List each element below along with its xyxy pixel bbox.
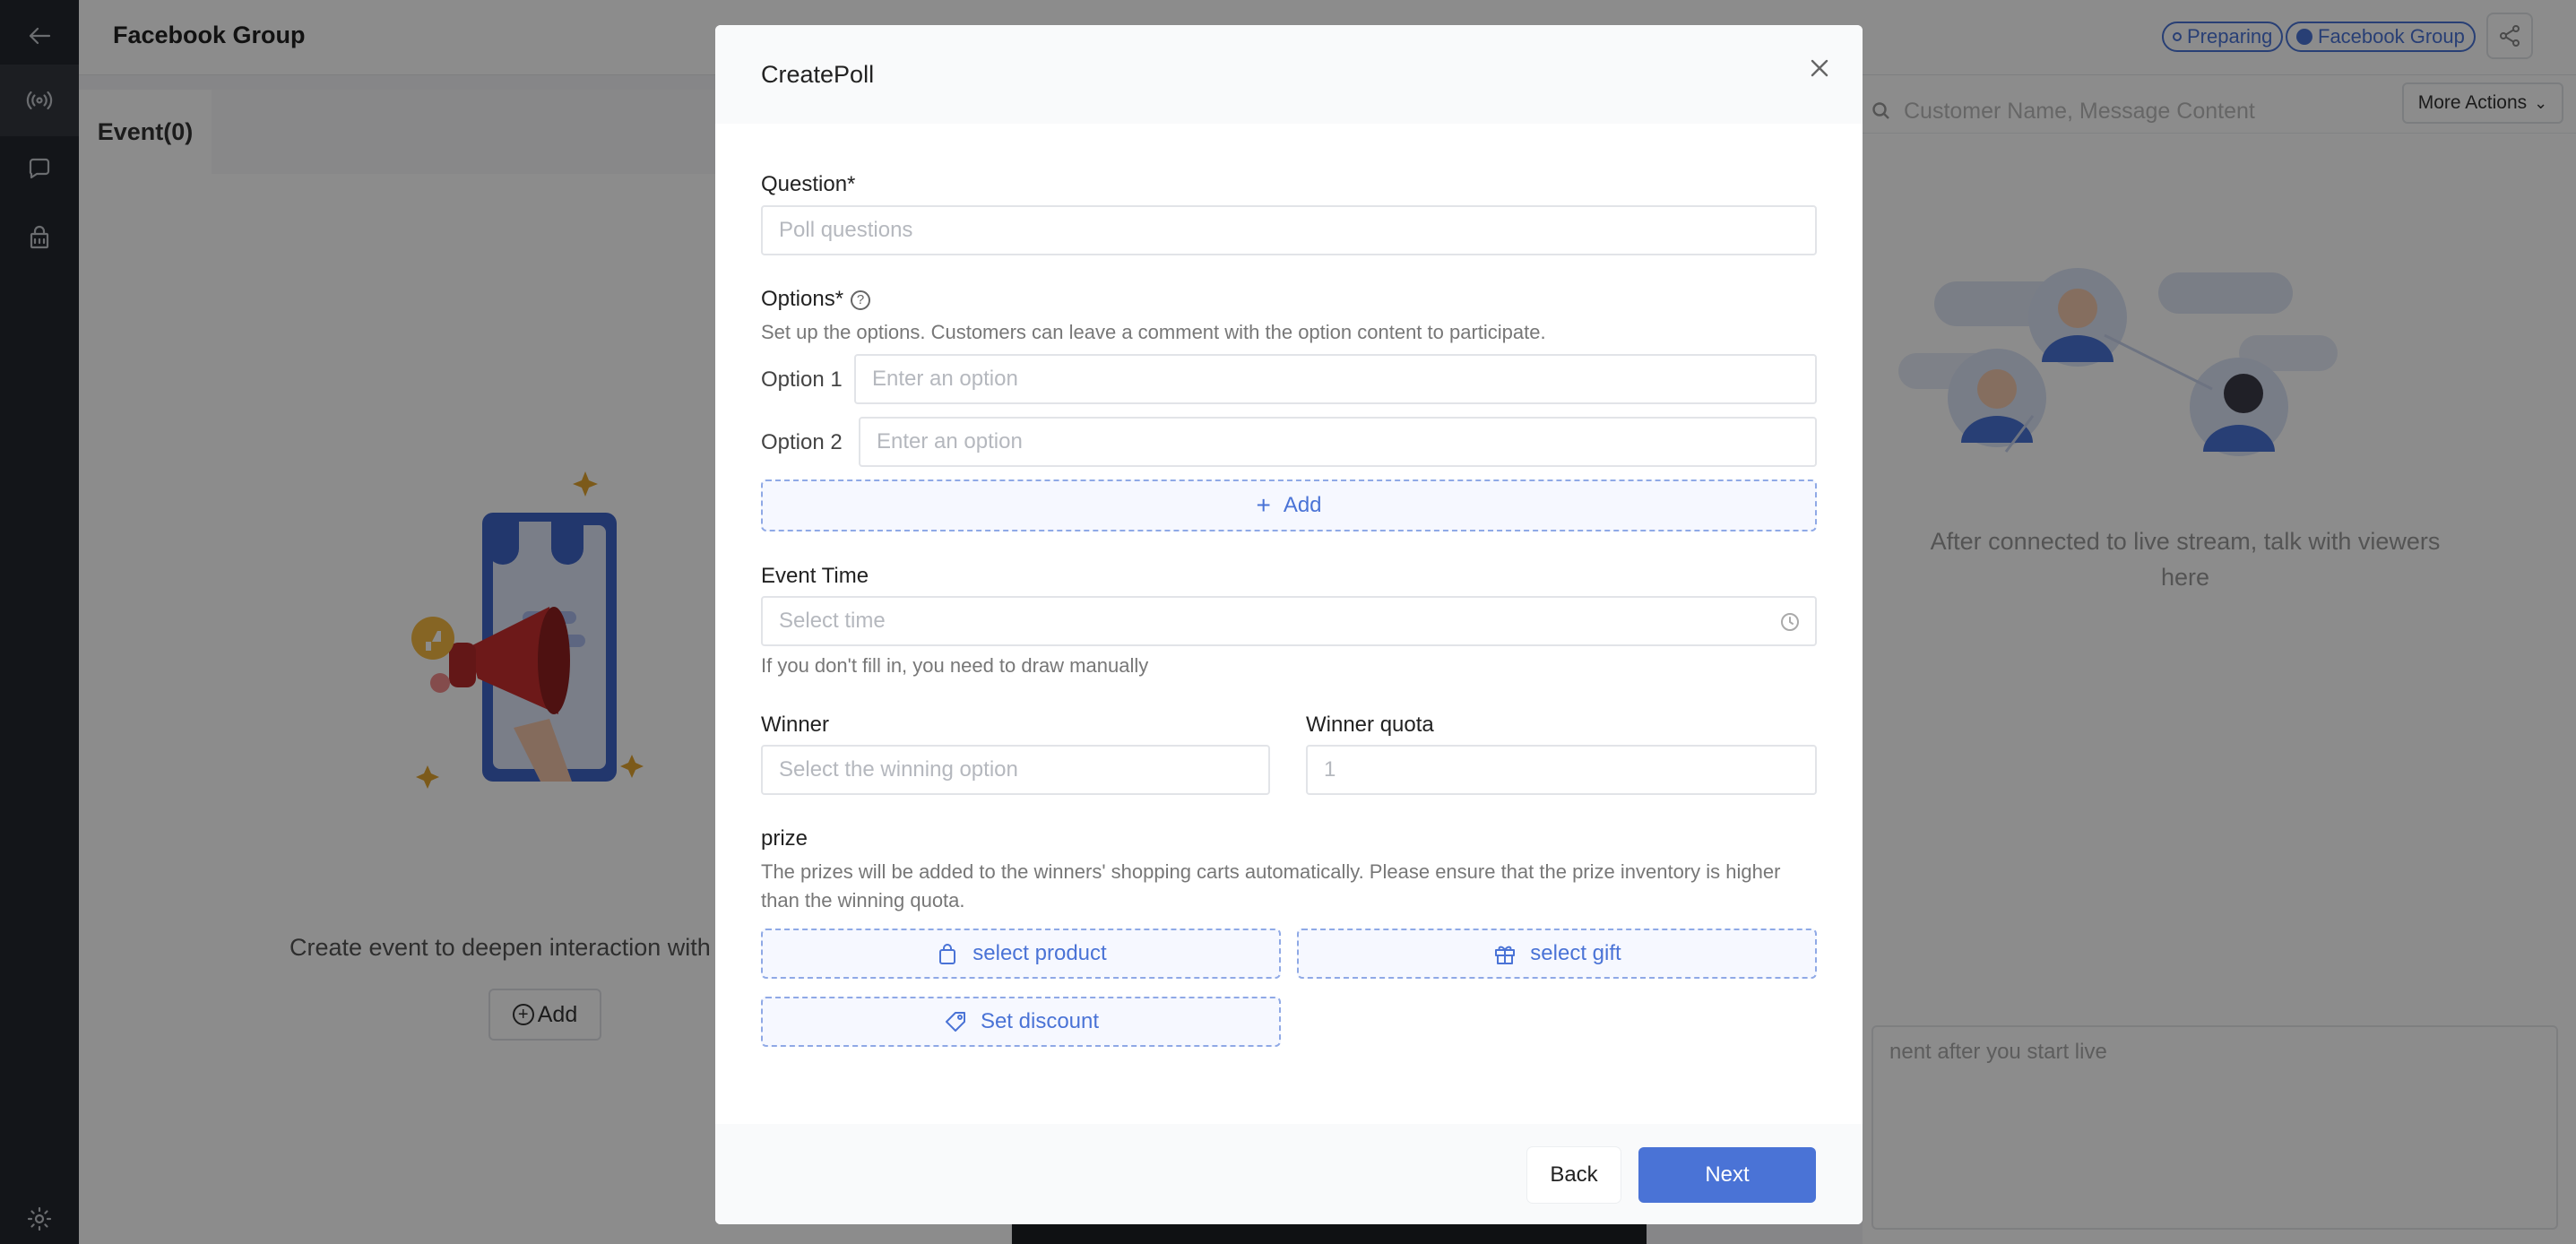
- prize-hint-line-2: than the winning quota.: [761, 889, 965, 911]
- select-gift-button[interactable]: select gift: [1297, 929, 1817, 979]
- gift-box-icon: [1495, 946, 1516, 964]
- options-label: Options*?: [761, 287, 871, 312]
- winner-label: Winner: [761, 713, 830, 737]
- create-poll-modal: CreatePoll Question* Poll questions Opti…: [715, 25, 1863, 1224]
- add-option-button[interactable]: + Add: [761, 479, 1817, 531]
- winner-quota-label: Winner quota: [1306, 713, 1434, 737]
- question-label: Question*: [761, 172, 856, 196]
- event-time-label: Event Time: [761, 564, 869, 588]
- prize-hint-line-1: The prizes will be added to the winners'…: [761, 860, 1781, 883]
- next-button[interactable]: Next: [1638, 1147, 1816, 1203]
- modal-header: CreatePoll: [715, 25, 1863, 124]
- close-icon: [1811, 59, 1828, 77]
- prize-label: prize: [761, 826, 808, 851]
- plus-icon: +: [1256, 491, 1271, 519]
- discount-tag-icon: [945, 1012, 965, 1032]
- option-2-input[interactable]: Enter an option: [859, 417, 1817, 467]
- winner-quota-input[interactable]: 1: [1306, 745, 1817, 795]
- modal-footer: Back Next: [715, 1124, 1863, 1224]
- close-button[interactable]: [1803, 52, 1836, 84]
- option-1-label: Option 1: [761, 367, 843, 392]
- options-hint: Set up the options. Customers can leave …: [761, 321, 1546, 343]
- modal-title: CreatePoll: [761, 61, 875, 88]
- select-gift-label: select gift: [1530, 941, 1621, 965]
- set-discount-button[interactable]: Set discount: [761, 997, 1281, 1047]
- set-discount-label: Set discount: [980, 1009, 1100, 1033]
- options-label-text: Options*: [761, 287, 844, 311]
- back-button[interactable]: Back: [1527, 1147, 1621, 1203]
- option-2-label: Option 2: [761, 430, 843, 454]
- add-option-label: Add: [1283, 493, 1322, 517]
- winner-select[interactable]: Select the winning option: [761, 745, 1270, 795]
- clock-icon: [1781, 613, 1799, 631]
- event-time-placeholder: Select time: [779, 609, 886, 633]
- shopping-bag-icon: [939, 944, 956, 964]
- option-1-input[interactable]: Enter an option: [854, 354, 1817, 404]
- question-input[interactable]: Poll questions: [761, 205, 1817, 255]
- event-time-hint: If you don't fill in, you need to draw m…: [761, 654, 1149, 677]
- select-product-label: select product: [972, 941, 1107, 965]
- select-product-button[interactable]: select product: [761, 929, 1281, 979]
- event-time-picker[interactable]: Select time: [761, 596, 1817, 646]
- help-question-icon[interactable]: ?: [851, 289, 871, 310]
